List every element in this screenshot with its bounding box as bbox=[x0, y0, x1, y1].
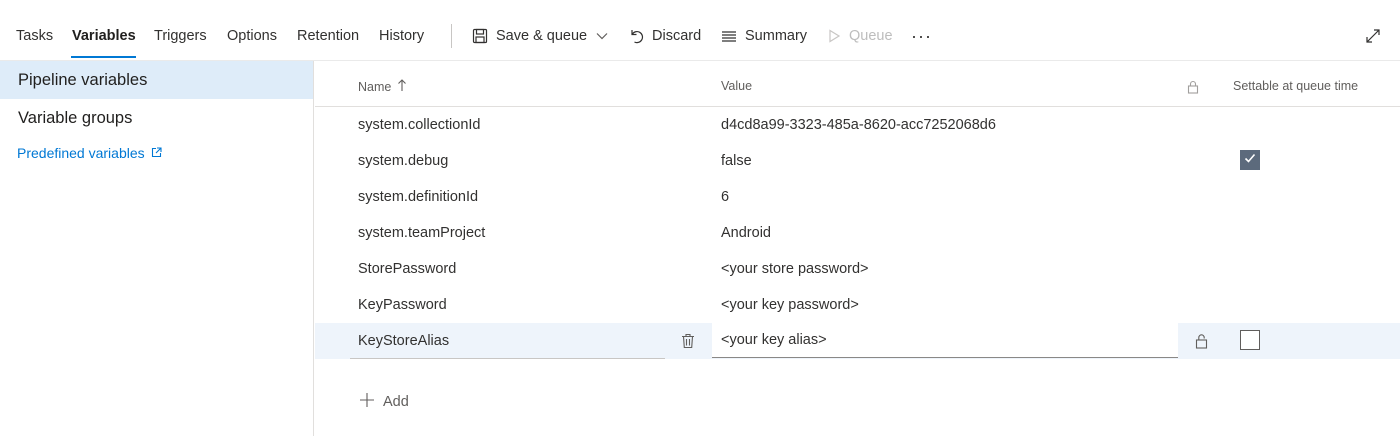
variable-name: system.debug bbox=[358, 153, 449, 169]
table-row[interactable]: KeyPassword <your key password> bbox=[315, 287, 1400, 323]
column-header-value[interactable]: Value bbox=[721, 79, 752, 93]
active-tab-indicator bbox=[71, 56, 136, 58]
variable-name-field[interactable]: KeyStoreAlias bbox=[358, 323, 449, 359]
variable-value-input[interactable] bbox=[712, 323, 1178, 358]
lock-icon bbox=[1187, 80, 1199, 94]
external-link-icon bbox=[151, 145, 162, 161]
discard-label: Discard bbox=[652, 28, 702, 44]
variables-grid: Name Value Settable at queue time system… bbox=[315, 61, 1400, 436]
add-label: Add bbox=[383, 394, 409, 410]
variable-name: system.collectionId bbox=[358, 117, 481, 133]
top-command-bar: Tasks Variables Triggers Options Retenti… bbox=[0, 0, 1400, 61]
table-row[interactable]: StorePassword <your store password> bbox=[315, 251, 1400, 287]
tab-retention[interactable]: Retention bbox=[297, 28, 359, 44]
save-and-queue-button[interactable]: Save & queue bbox=[472, 24, 609, 48]
variable-name: system.teamProject bbox=[358, 225, 486, 241]
expand-icon[interactable] bbox=[1364, 27, 1382, 45]
save-and-queue-label: Save & queue bbox=[496, 28, 588, 44]
variable-name: KeyPassword bbox=[358, 297, 447, 313]
tab-triggers[interactable]: Triggers bbox=[154, 28, 207, 44]
variables-sidebar: Pipeline variables Variable groups Prede… bbox=[0, 61, 314, 436]
variable-value: <your key password> bbox=[721, 297, 859, 313]
variable-value: Android bbox=[721, 225, 771, 241]
tab-history[interactable]: History bbox=[379, 28, 424, 44]
undo-icon bbox=[628, 28, 644, 44]
table-row-editing[interactable]: KeyStoreAlias bbox=[315, 323, 1400, 359]
delete-icon[interactable] bbox=[679, 331, 697, 351]
chevron-down-icon[interactable] bbox=[595, 29, 609, 43]
variable-name: StorePassword bbox=[358, 261, 457, 277]
table-row[interactable]: system.teamProject Android bbox=[315, 215, 1400, 251]
variable-value: <your store password> bbox=[721, 261, 869, 277]
variable-value: false bbox=[721, 153, 752, 169]
discard-button[interactable]: Discard bbox=[628, 24, 701, 48]
column-header-name[interactable]: Name bbox=[358, 79, 407, 95]
save-icon bbox=[472, 28, 488, 44]
table-row[interactable]: system.definitionId 6 bbox=[315, 179, 1400, 215]
predefined-variables-label: Predefined variables bbox=[17, 145, 145, 161]
summary-label: Summary bbox=[745, 28, 808, 44]
settable-checkbox[interactable] bbox=[1240, 150, 1260, 170]
tab-variables[interactable]: Variables bbox=[72, 28, 136, 44]
variable-name: system.definitionId bbox=[358, 189, 479, 205]
variable-value: 6 bbox=[721, 189, 730, 205]
column-name-label: Name bbox=[358, 80, 392, 94]
table-row[interactable]: system.debug false bbox=[315, 143, 1400, 179]
settable-checkbox[interactable] bbox=[1240, 330, 1260, 350]
more-actions-button[interactable]: ··· bbox=[911, 24, 932, 48]
sidebar-item-variable-groups[interactable]: Variable groups bbox=[0, 99, 313, 137]
lock-toggle-icon[interactable] bbox=[1193, 332, 1209, 350]
sidebar-item-pipeline-variables[interactable]: Pipeline variables bbox=[0, 61, 313, 99]
queue-button[interactable]: Queue bbox=[827, 24, 893, 48]
checkmark-icon bbox=[1243, 151, 1257, 170]
add-variable-button[interactable]: Add bbox=[359, 392, 409, 412]
name-field-underline bbox=[350, 358, 665, 359]
tab-tasks[interactable]: Tasks bbox=[16, 28, 53, 44]
table-row[interactable]: system.collectionId d4cd8a99-3323-485a-8… bbox=[315, 107, 1400, 143]
column-header-settable[interactable]: Settable at queue time bbox=[1233, 79, 1358, 93]
plus-icon bbox=[359, 392, 375, 412]
tab-options[interactable]: Options bbox=[227, 28, 277, 44]
sort-ascending-icon bbox=[397, 79, 407, 95]
summary-button[interactable]: Summary bbox=[721, 24, 807, 48]
grid-header: Name Value Settable at queue time bbox=[315, 61, 1400, 107]
variable-value: d4cd8a99-3323-485a-8620-acc7252068d6 bbox=[721, 117, 996, 133]
play-icon bbox=[827, 29, 841, 43]
toolbar-divider bbox=[451, 24, 452, 48]
queue-label: Queue bbox=[849, 28, 893, 44]
predefined-variables-link[interactable]: Predefined variables bbox=[17, 145, 162, 161]
list-icon bbox=[721, 28, 737, 44]
